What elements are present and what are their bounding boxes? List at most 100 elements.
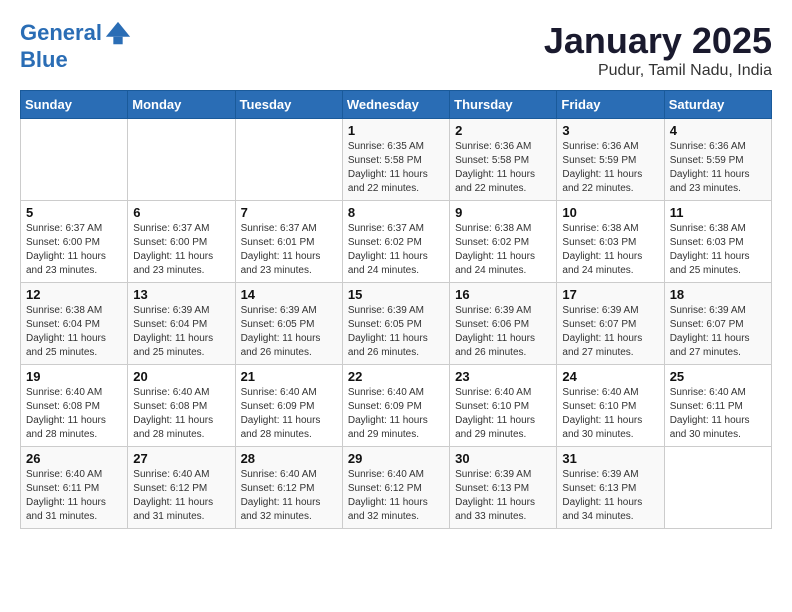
- calendar-cell: 23 Sunrise: 6:40 AMSunset: 6:10 PMDayligh…: [450, 365, 557, 447]
- day-number: 19: [26, 369, 122, 384]
- day-info: Sunrise: 6:40 AMSunset: 6:12 PMDaylight:…: [348, 468, 444, 524]
- calendar-cell: 15 Sunrise: 6:39 AMSunset: 6:05 PMDayligh…: [342, 283, 449, 365]
- day-info: Sunrise: 6:40 AMSunset: 6:11 PMDaylight:…: [26, 468, 122, 524]
- calendar-cell: 1 Sunrise: 6:35 AMSunset: 5:58 PMDaylight…: [342, 119, 449, 201]
- day-number: 31: [562, 451, 658, 466]
- calendar-cell: 21 Sunrise: 6:40 AMSunset: 6:09 PMDayligh…: [235, 365, 342, 447]
- day-info: Sunrise: 6:40 AMSunset: 6:09 PMDaylight:…: [348, 386, 444, 442]
- calendar-cell: 2 Sunrise: 6:36 AMSunset: 5:58 PMDaylight…: [450, 119, 557, 201]
- day-info: Sunrise: 6:39 AMSunset: 6:07 PMDaylight:…: [562, 304, 658, 360]
- weekday-header-friday: Friday: [557, 91, 664, 119]
- day-info: Sunrise: 6:36 AMSunset: 5:59 PMDaylight:…: [670, 140, 766, 196]
- calendar-week-2: 5Sunrise: 6:37 AMSunset: 6:00 PMDaylight…: [21, 201, 772, 283]
- day-number: 17: [562, 287, 658, 302]
- calendar-cell: 11 Sunrise: 6:38 AMSunset: 6:03 PMDayligh…: [664, 201, 771, 283]
- title-block: January 2025 Pudur, Tamil Nadu, India: [544, 20, 772, 80]
- calendar-cell: 31 Sunrise: 6:39 AMSunset: 6:13 PMDayligh…: [557, 447, 664, 529]
- calendar-cell: [235, 119, 342, 201]
- day-number: 11: [670, 205, 766, 220]
- calendar-cell: 27Sunrise: 6:40 AMSunset: 6:12 PMDayligh…: [128, 447, 235, 529]
- calendar-cell: 20Sunrise: 6:40 AMSunset: 6:08 PMDayligh…: [128, 365, 235, 447]
- day-number: 28: [241, 451, 337, 466]
- day-info: Sunrise: 6:39 AMSunset: 6:06 PMDaylight:…: [455, 304, 551, 360]
- day-info: Sunrise: 6:40 AMSunset: 6:10 PMDaylight:…: [455, 386, 551, 442]
- day-info: Sunrise: 6:36 AMSunset: 5:58 PMDaylight:…: [455, 140, 551, 196]
- calendar-cell: 28Sunrise: 6:40 AMSunset: 6:12 PMDayligh…: [235, 447, 342, 529]
- day-info: Sunrise: 6:38 AMSunset: 6:04 PMDaylight:…: [26, 304, 122, 360]
- day-number: 6: [133, 205, 229, 220]
- calendar-cell: 9 Sunrise: 6:38 AMSunset: 6:02 PMDaylight…: [450, 201, 557, 283]
- calendar-cell: 10 Sunrise: 6:38 AMSunset: 6:03 PMDayligh…: [557, 201, 664, 283]
- calendar-cell: 25Sunrise: 6:40 AMSunset: 6:11 PMDayligh…: [664, 365, 771, 447]
- calendar-week-4: 19 Sunrise: 6:40 AMSunset: 6:08 PMDayligh…: [21, 365, 772, 447]
- calendar-cell: 3 Sunrise: 6:36 AMSunset: 5:59 PMDaylight…: [557, 119, 664, 201]
- day-number: 27: [133, 451, 229, 466]
- day-info: Sunrise: 6:38 AMSunset: 6:02 PMDaylight:…: [455, 222, 551, 278]
- day-info: Sunrise: 6:40 AMSunset: 6:08 PMDaylight:…: [26, 386, 122, 442]
- day-number: 30: [455, 451, 551, 466]
- month-title: January 2025: [544, 20, 772, 62]
- calendar-cell: 24 Sunrise: 6:40 AMSunset: 6:10 PMDayligh…: [557, 365, 664, 447]
- day-info: Sunrise: 6:39 AMSunset: 6:13 PMDaylight:…: [562, 468, 658, 524]
- calendar-cell: 13 Sunrise: 6:39 AMSunset: 6:04 PMDayligh…: [128, 283, 235, 365]
- day-number: 26: [26, 451, 122, 466]
- day-info: Sunrise: 6:37 AMSunset: 6:00 PMDaylight:…: [26, 222, 122, 278]
- day-info: Sunrise: 6:35 AMSunset: 5:58 PMDaylight:…: [348, 140, 444, 196]
- calendar-cell: 26 Sunrise: 6:40 AMSunset: 6:11 PMDayligh…: [21, 447, 128, 529]
- day-number: 1: [348, 123, 444, 138]
- day-number: 23: [455, 369, 551, 384]
- day-info: Sunrise: 6:37 AMSunset: 6:02 PMDaylight:…: [348, 222, 444, 278]
- day-number: 4: [670, 123, 766, 138]
- day-info: Sunrise: 6:39 AMSunset: 6:07 PMDaylight:…: [670, 304, 766, 360]
- calendar-cell: 7Sunrise: 6:37 AMSunset: 6:01 PMDaylight…: [235, 201, 342, 283]
- day-number: 29: [348, 451, 444, 466]
- calendar-cell: 6 Sunrise: 6:37 AMSunset: 6:00 PMDaylight…: [128, 201, 235, 283]
- day-number: 3: [562, 123, 658, 138]
- calendar-cell: 19 Sunrise: 6:40 AMSunset: 6:08 PMDayligh…: [21, 365, 128, 447]
- calendar-cell: 30 Sunrise: 6:39 AMSunset: 6:13 PMDayligh…: [450, 447, 557, 529]
- calendar-cell: 16Sunrise: 6:39 AMSunset: 6:06 PMDayligh…: [450, 283, 557, 365]
- calendar-cell: 22 Sunrise: 6:40 AMSunset: 6:09 PMDayligh…: [342, 365, 449, 447]
- calendar-cell: 8 Sunrise: 6:37 AMSunset: 6:02 PMDaylight…: [342, 201, 449, 283]
- weekday-header-wednesday: Wednesday: [342, 91, 449, 119]
- day-info: Sunrise: 6:39 AMSunset: 6:05 PMDaylight:…: [241, 304, 337, 360]
- day-number: 9: [455, 205, 551, 220]
- day-number: 18: [670, 287, 766, 302]
- calendar-cell: 5Sunrise: 6:37 AMSunset: 6:00 PMDaylight…: [21, 201, 128, 283]
- day-number: 10: [562, 205, 658, 220]
- calendar-cell: 29 Sunrise: 6:40 AMSunset: 6:12 PMDayligh…: [342, 447, 449, 529]
- day-info: Sunrise: 6:39 AMSunset: 6:05 PMDaylight:…: [348, 304, 444, 360]
- weekday-header-thursday: Thursday: [450, 91, 557, 119]
- calendar-cell: 18 Sunrise: 6:39 AMSunset: 6:07 PMDayligh…: [664, 283, 771, 365]
- logo-text: General Blue: [20, 20, 132, 72]
- day-number: 15: [348, 287, 444, 302]
- calendar-cell: [664, 447, 771, 529]
- day-info: Sunrise: 6:39 AMSunset: 6:13 PMDaylight:…: [455, 468, 551, 524]
- calendar-cell: [128, 119, 235, 201]
- calendar-table: SundayMondayTuesdayWednesdayThursdayFrid…: [20, 90, 772, 529]
- calendar-cell: 14 Sunrise: 6:39 AMSunset: 6:05 PMDayligh…: [235, 283, 342, 365]
- day-number: 2: [455, 123, 551, 138]
- day-info: Sunrise: 6:37 AMSunset: 6:00 PMDaylight:…: [133, 222, 229, 278]
- day-number: 8: [348, 205, 444, 220]
- day-number: 7: [241, 205, 337, 220]
- day-number: 20: [133, 369, 229, 384]
- location: Pudur, Tamil Nadu, India: [544, 62, 772, 80]
- day-info: Sunrise: 6:40 AMSunset: 6:11 PMDaylight:…: [670, 386, 766, 442]
- day-number: 21: [241, 369, 337, 384]
- day-number: 14: [241, 287, 337, 302]
- weekday-header-monday: Monday: [128, 91, 235, 119]
- calendar-week-5: 26 Sunrise: 6:40 AMSunset: 6:11 PMDayligh…: [21, 447, 772, 529]
- day-info: Sunrise: 6:39 AMSunset: 6:04 PMDaylight:…: [133, 304, 229, 360]
- day-info: Sunrise: 6:36 AMSunset: 5:59 PMDaylight:…: [562, 140, 658, 196]
- weekday-header-tuesday: Tuesday: [235, 91, 342, 119]
- logo: General Blue: [20, 20, 132, 72]
- day-info: Sunrise: 6:40 AMSunset: 6:09 PMDaylight:…: [241, 386, 337, 442]
- day-number: 24: [562, 369, 658, 384]
- day-info: Sunrise: 6:38 AMSunset: 6:03 PMDaylight:…: [562, 222, 658, 278]
- day-info: Sunrise: 6:38 AMSunset: 6:03 PMDaylight:…: [670, 222, 766, 278]
- weekday-header-sunday: Sunday: [21, 91, 128, 119]
- day-number: 22: [348, 369, 444, 384]
- day-info: Sunrise: 6:40 AMSunset: 6:10 PMDaylight:…: [562, 386, 658, 442]
- day-number: 13: [133, 287, 229, 302]
